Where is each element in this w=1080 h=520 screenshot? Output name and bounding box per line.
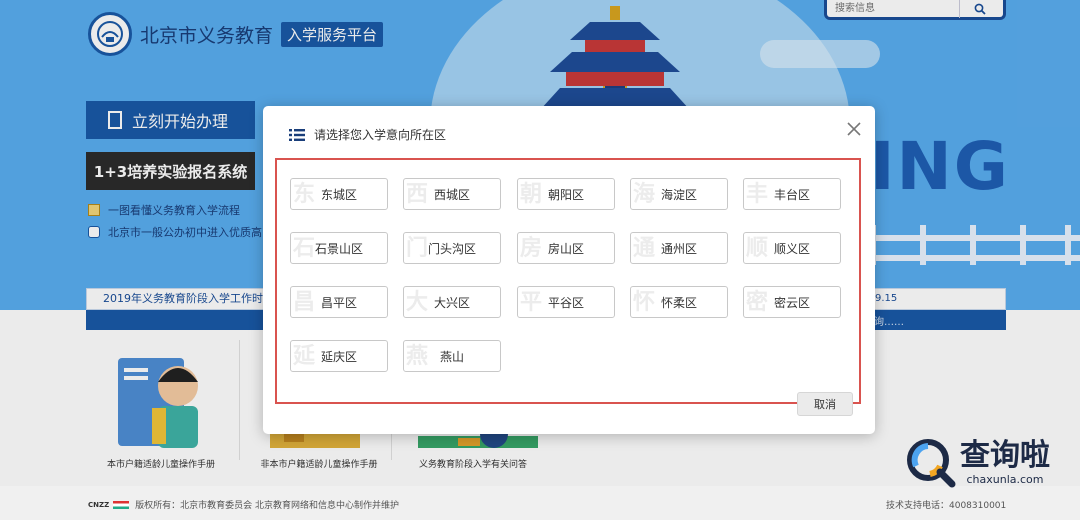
district-ghost-char: 密: [746, 290, 769, 315]
flag-icon: [113, 500, 130, 509]
close-icon[interactable]: [845, 120, 863, 138]
district-button-haidian[interactable]: 海 海淀区: [630, 178, 728, 210]
district-ghost-char: 平: [520, 290, 543, 315]
district-ghost-char: 延: [293, 344, 316, 369]
district-label: 延庆区: [320, 349, 357, 364]
district-label: 燕山: [439, 349, 464, 364]
district-label: 大兴区: [433, 295, 470, 310]
district-ghost-char: 怀: [633, 290, 656, 315]
district-button-tongzhou[interactable]: 通 通州区: [630, 232, 728, 264]
district-label: 西城区: [433, 187, 470, 202]
district-button-chaoyang[interactable]: 朝 朝阳区: [517, 178, 615, 210]
district-ghost-char: 通: [633, 236, 656, 261]
district-button-yanshan[interactable]: 燕 燕山: [403, 340, 501, 372]
dialog-title: 请选择您入学意向所在区: [314, 128, 447, 142]
cancel-label: 取消: [814, 398, 836, 411]
district-ghost-char: 昌: [293, 290, 316, 315]
district-label: 平谷区: [547, 295, 584, 310]
district-label: 海淀区: [660, 187, 697, 202]
footer-copyright: 版权所有：北京市教育委员会 北京教育网络和信息中心制作并维护: [135, 501, 400, 511]
list-icon: [289, 128, 305, 141]
district-label: 顺义区: [773, 241, 810, 256]
district-label: 石景山区: [314, 241, 363, 256]
district-ghost-char: 海: [633, 182, 656, 207]
district-label: 丰台区: [773, 187, 810, 202]
district-ghost-char: 东: [293, 182, 316, 207]
district-label: 朝阳区: [547, 187, 584, 202]
district-button-daxing[interactable]: 大 大兴区: [403, 286, 501, 318]
district-ghost-char: 丰: [746, 182, 769, 207]
district-label: 东城区: [320, 187, 357, 202]
district-ghost-char: 石: [293, 236, 316, 261]
district-ghost-char: 大: [406, 290, 429, 315]
watermark-text: 查询啦 chaxunla.com: [960, 437, 1050, 486]
district-button-changping[interactable]: 昌 昌平区: [290, 286, 388, 318]
district-ghost-char: 燕: [406, 344, 429, 369]
district-ghost-char: 朝: [520, 182, 543, 207]
district-label: 门头沟区: [427, 241, 476, 256]
district-ghost-char: 西: [406, 182, 429, 207]
watermark: 查询啦 chaxunla.com: [904, 436, 1050, 488]
district-ghost-char: 房: [520, 236, 543, 261]
district-button-shijingshan[interactable]: 石 石景山区: [290, 232, 388, 264]
district-button-shunyi[interactable]: 顺 顺义区: [743, 232, 841, 264]
cancel-button[interactable]: 取消: [797, 392, 853, 416]
district-ghost-char: 顺: [746, 236, 769, 261]
district-select-dialog: 请选择您入学意向所在区 东 东城区 西 西城区 朝 朝阳区 海 海淀区 丰 丰台…: [263, 106, 875, 434]
district-label: 昌平区: [320, 295, 357, 310]
district-button-huairou[interactable]: 怀 怀柔区: [630, 286, 728, 318]
district-label: 房山区: [547, 241, 584, 256]
district-button-fengtai[interactable]: 丰 丰台区: [743, 178, 841, 210]
district-button-yanqing[interactable]: 延 延庆区: [290, 340, 388, 372]
district-button-miyun[interactable]: 密 密云区: [743, 286, 841, 318]
district-label: 怀柔区: [660, 295, 697, 310]
district-button-pinggu[interactable]: 平 平谷区: [517, 286, 615, 318]
magnifier-logo-icon: [907, 439, 956, 488]
footer: CNZZ 版权所有：北京市教育委员会 北京教育网络和信息中心制作并维护 技术支持…: [0, 486, 1080, 520]
district-button-xicheng[interactable]: 西 西城区: [403, 178, 501, 210]
dialog-header: 请选择您入学意向所在区: [289, 126, 446, 143]
district-label: 通州区: [660, 241, 697, 256]
watermark-cn: 查询啦: [960, 437, 1050, 473]
cnzz-logo[interactable]: CNZZ: [88, 501, 109, 509]
district-button-dongcheng[interactable]: 东 东城区: [290, 178, 388, 210]
district-label: 密云区: [773, 295, 810, 310]
watermark-en: chaxunla.com: [966, 472, 1044, 486]
district-button-fangshan[interactable]: 房 房山区: [517, 232, 615, 264]
district-ghost-char: 门: [406, 236, 429, 261]
district-button-mentougou[interactable]: 门 门头沟区: [403, 232, 501, 264]
footer-copyright-row: CNZZ 版权所有：北京市教育委员会 北京教育网络和信息中心制作并维护: [88, 498, 399, 511]
footer-support: 技术支持电话：4008310001: [886, 501, 1007, 511]
